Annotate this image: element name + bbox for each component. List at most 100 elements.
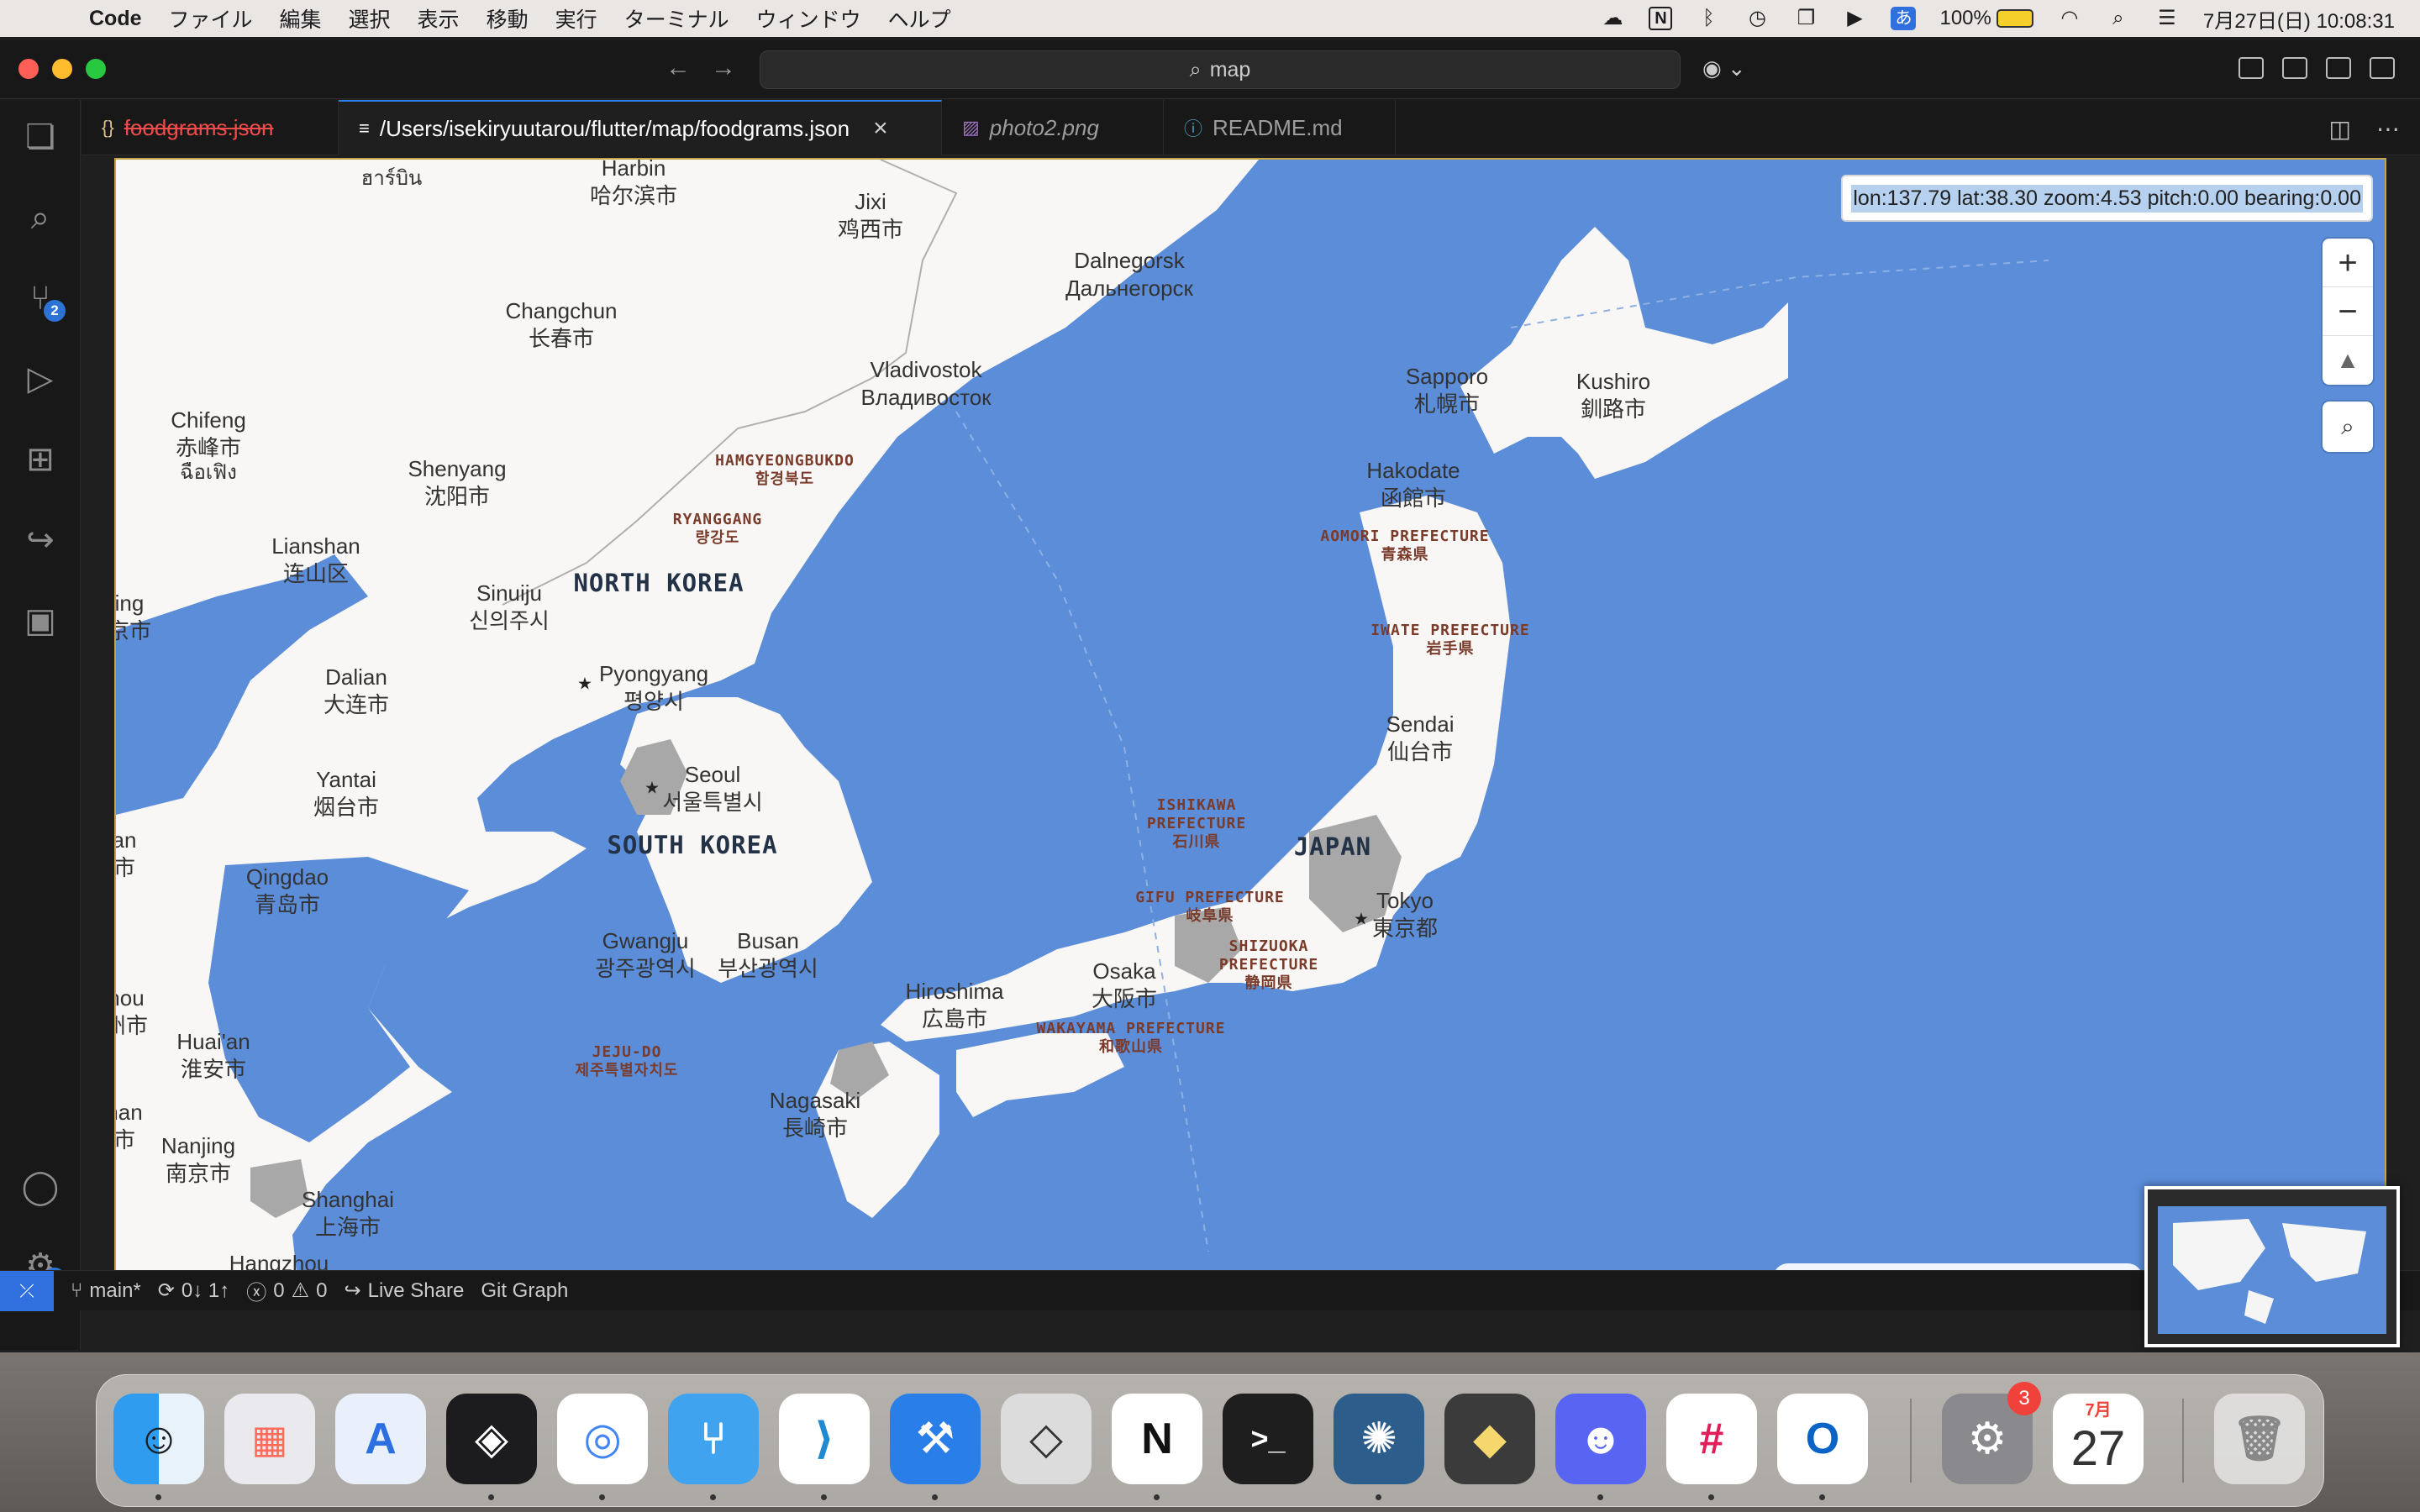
- menu-run[interactable]: 実行: [555, 3, 597, 34]
- slack-icon[interactable]: #: [1666, 1394, 1757, 1484]
- running-indicator: [821, 1494, 827, 1500]
- compass-reset-bearing-button[interactable]: ▲: [2323, 336, 2373, 385]
- git-graph-status[interactable]: Git Graph: [481, 1279, 568, 1303]
- command-center-search[interactable]: ⌕ map: [760, 50, 1681, 89]
- cloud-icon[interactable]: ☁: [1600, 8, 1625, 29]
- close-window-button[interactable]: [18, 59, 39, 79]
- customize-layout-icon[interactable]: [2238, 57, 2264, 79]
- screenshot-thumbnail[interactable]: [2144, 1186, 2400, 1347]
- tab-label: foodgrams.json: [124, 114, 274, 140]
- geolocate-button[interactable]: ⌕: [2323, 402, 2373, 452]
- system-settings-icon[interactable]: ⚙ 3: [1942, 1382, 2041, 1484]
- close-tab-icon[interactable]: ×: [873, 114, 888, 143]
- more-actions-icon[interactable]: ⋯: [2376, 115, 2400, 143]
- vscode-icon[interactable]: ⟩: [779, 1394, 870, 1484]
- battery-percent: 100%: [1939, 7, 1991, 29]
- map-label-thai: ฮาร์บิน: [360, 167, 423, 190]
- calendar-icon[interactable]: 7月 27: [2053, 1394, 2144, 1484]
- instruments-icon[interactable]: A: [335, 1394, 426, 1484]
- menu-terminal[interactable]: ターミナル: [624, 3, 729, 34]
- map-label-sendai: Sendai 仙台市: [1386, 711, 1455, 764]
- problems-status[interactable]: ⓧ 0 ⚠ 0: [246, 1276, 327, 1305]
- git-sync-status[interactable]: ⟳ 0↓ 1↑: [158, 1278, 229, 1303]
- terminal-icon[interactable]: >_: [1223, 1394, 1313, 1484]
- live-share-status[interactable]: ↪ Live Share: [344, 1278, 464, 1303]
- dock-separator: [2182, 1399, 2184, 1483]
- map-view[interactable]: ฮาร์บิน Harbin 哈尔滨市 Jixi 鸡西市 Dalnegorsk Дал…: [114, 158, 2386, 1310]
- blender-cube-icon[interactable]: ◆: [1444, 1394, 1535, 1484]
- outlook-icon[interactable]: O: [1777, 1394, 1868, 1484]
- map-label-japan: JAPAN: [1293, 832, 1372, 861]
- map-label-sinuiju: Sinuiju 신의주시: [469, 580, 550, 633]
- notion-icon[interactable]: N: [1112, 1394, 1202, 1484]
- fork-icon[interactable]: ⑂: [668, 1394, 759, 1484]
- copilot-icon[interactable]: ◉ ⌄: [1702, 55, 1746, 81]
- input-method-icon[interactable]: あ: [1891, 7, 1917, 30]
- explorer-icon[interactable]: ❏: [20, 117, 60, 157]
- notion-status-icon[interactable]: N: [1649, 7, 1673, 30]
- tab-foodgrams-active[interactable]: ≡ /Users/isekiryuutarou/flutter/map/food…: [339, 100, 942, 155]
- map-canvas[interactable]: [116, 160, 2386, 1310]
- xcode-icon[interactable]: ⚒: [890, 1394, 981, 1484]
- split-editor-icon[interactable]: ◫: [2329, 115, 2351, 143]
- tab-foodgrams-deleted[interactable]: {} foodgrams.json: [82, 100, 339, 155]
- back-arrow-icon[interactable]: ←: [666, 54, 691, 82]
- launchpad-icon[interactable]: ▦: [224, 1394, 315, 1484]
- finder-icon[interactable]: ☺: [113, 1394, 204, 1484]
- unity-hub-icon[interactable]: ◈: [446, 1394, 537, 1484]
- menu-window[interactable]: ウィンドウ: [756, 3, 861, 34]
- menu-file[interactable]: ファイル: [169, 3, 253, 34]
- toggle-panel-icon[interactable]: [2326, 57, 2351, 79]
- remote-indicator-icon[interactable]: ⤫: [0, 1270, 54, 1311]
- tab-photo2[interactable]: ▨ photo2.png: [942, 100, 1164, 155]
- menu-app-name[interactable]: Code: [89, 7, 142, 31]
- time-machine-icon[interactable]: ◷: [1744, 8, 1770, 29]
- menu-edit[interactable]: 編集: [280, 3, 322, 34]
- window-switcher-icon[interactable]: ❐: [1793, 8, 1818, 29]
- map-label-gifu: GIFU PREFECTURE 岐阜県: [1135, 889, 1285, 925]
- spotlight-search-icon[interactable]: ⌕: [2106, 8, 2131, 29]
- minimize-window-button[interactable]: [52, 59, 72, 79]
- extensions-icon[interactable]: ⊞: [20, 439, 60, 480]
- source-control-icon[interactable]: ⑂ 2: [20, 278, 66, 322]
- git-branch-status[interactable]: ⑂ main*: [71, 1279, 141, 1303]
- map-label-yantai: Yantai 烟台市: [313, 767, 380, 820]
- unity-icon[interactable]: ◇: [1001, 1394, 1092, 1484]
- map-label-gwangju: Gwangju 광주광역시: [595, 928, 696, 981]
- toggle-primary-sidebar-icon[interactable]: [2282, 57, 2307, 79]
- battery-indicator[interactable]: 100%: [1939, 7, 2033, 30]
- branch-icon: ⑂: [71, 1278, 83, 1302]
- zoom-in-button[interactable]: +: [2323, 239, 2373, 287]
- map-label-ryanggang: RYANGGANG 량강도: [672, 511, 763, 547]
- account-icon[interactable]: ◯: [20, 1167, 60, 1207]
- running-indicator: [1819, 1494, 1825, 1500]
- menu-help[interactable]: ヘルプ: [888, 3, 951, 34]
- map-label-jixi: Jixi 鸡西市: [837, 189, 904, 242]
- menu-go[interactable]: 移動: [487, 3, 529, 34]
- toggle-secondary-sidebar-icon[interactable]: [2370, 57, 2395, 79]
- chrome-icon[interactable]: ◎: [557, 1394, 648, 1484]
- trash-icon[interactable]: 🗑: [2214, 1394, 2305, 1484]
- live-share-icon[interactable]: ↪: [20, 520, 60, 560]
- calendar-day: 27: [2070, 1421, 2126, 1476]
- thumbnail-image: [2148, 1189, 2396, 1344]
- menu-selection[interactable]: 選択: [349, 3, 391, 34]
- warning-count: 0: [316, 1278, 328, 1302]
- tab-readme[interactable]: ⓘ README.md: [1164, 100, 1396, 155]
- run-debug-icon[interactable]: ▷: [20, 359, 60, 399]
- menubar-clock[interactable]: 7月27日(日) 10:08:31: [2203, 4, 2395, 34]
- map-label-tokyo: Tokyo 東京都: [1371, 888, 1439, 941]
- zoom-out-button[interactable]: −: [2323, 287, 2373, 336]
- play-icon[interactable]: ▶: [1842, 8, 1867, 29]
- discord-icon[interactable]: ☻: [1555, 1394, 1646, 1484]
- zoom-window-button[interactable]: [86, 59, 106, 79]
- image-file-icon: ▨: [962, 117, 980, 138]
- search-view-icon[interactable]: ⌕: [20, 197, 60, 238]
- compass-app-icon[interactable]: ✺: [1334, 1394, 1424, 1484]
- bluetooth-icon[interactable]: ᛒ: [1696, 8, 1721, 29]
- menu-view[interactable]: 表示: [418, 3, 460, 34]
- forward-arrow-icon[interactable]: →: [711, 54, 736, 82]
- containers-icon[interactable]: ▣: [20, 601, 60, 641]
- wifi-icon[interactable]: ◠: [2057, 8, 2082, 29]
- control-center-icon[interactable]: ☰: [2154, 8, 2180, 29]
